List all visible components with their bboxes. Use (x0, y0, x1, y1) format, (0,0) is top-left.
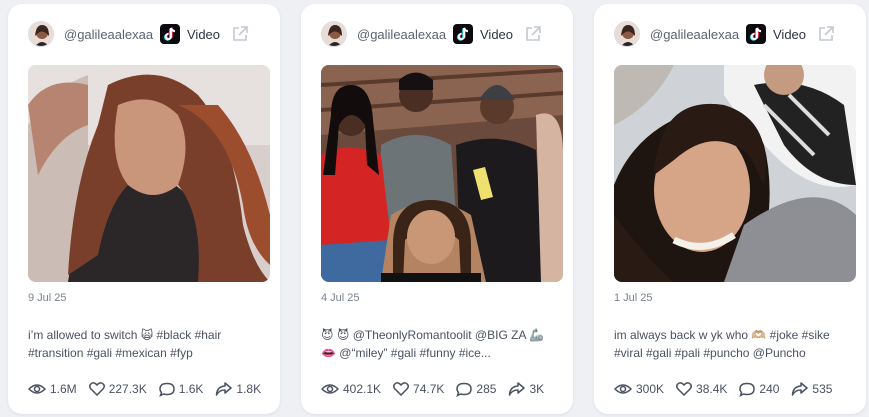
likes-count: 74.7K (413, 382, 445, 396)
comments-stat: 1.6K (158, 382, 204, 397)
tiktok-icon (453, 24, 473, 44)
post-date: 9 Jul 25 (28, 292, 67, 304)
caption-line: #viral #gali #pali #puncho @Puncho (614, 346, 806, 360)
tiktok-icon (160, 24, 180, 44)
views-count: 402.1K (343, 382, 382, 396)
comment-icon (456, 382, 473, 397)
card-header: @galileaalexaa Video (301, 18, 573, 52)
comments-count: 285 (476, 382, 497, 396)
share-icon (216, 382, 233, 396)
likes-stat: 227.3K (88, 382, 147, 396)
post-stats: 300K 38.4K 240 535 (614, 380, 844, 398)
shares-stat: 535 (791, 382, 832, 396)
post-card[interactable]: @galileaalexaa Video 4 Jul 25 😈 😈 @Theon… (301, 4, 573, 414)
video-thumbnail[interactable] (28, 65, 270, 282)
card-header: @galileaalexaa Video (8, 18, 280, 52)
shares-count: 3K (529, 382, 545, 396)
comment-icon (739, 382, 756, 397)
comments-count: 1.6K (178, 382, 204, 396)
post-caption: im always back w yk who 🫶🏼 #joke #sike #… (614, 326, 850, 362)
post-caption: 😈 😈 @TheonlyRomantoolit @BIG ZA 🦾 👄 @“mi… (321, 326, 557, 362)
content-type-label: Video (480, 27, 514, 42)
external-link-icon[interactable] (816, 24, 836, 44)
username[interactable]: @galileaalexaa (650, 27, 739, 42)
views-stat: 402.1K (321, 382, 381, 396)
username[interactable]: @galileaalexaa (64, 27, 153, 42)
caption-line: im always back w yk who 🫶🏼 #joke #sike (614, 328, 830, 342)
shares-stat: 1.8K (215, 382, 261, 396)
post-caption: i’m allowed to switch 🙀 #black #hair #tr… (28, 326, 264, 362)
avatar[interactable] (28, 21, 54, 47)
eye-icon (614, 384, 632, 394)
shares-count: 1.8K (236, 382, 262, 396)
username[interactable]: @galileaalexaa (357, 27, 446, 42)
eye-icon (321, 384, 339, 394)
shares-stat: 3K (508, 382, 544, 396)
caption-line: #transition #gali #mexican #fyp (28, 346, 193, 360)
tiktok-icon (746, 24, 766, 44)
avatar[interactable] (614, 21, 640, 47)
likes-count: 38.4K (696, 382, 728, 396)
external-link-icon[interactable] (523, 24, 543, 44)
comments-stat: 240 (739, 382, 779, 397)
eye-icon (28, 384, 46, 394)
heart-icon (88, 382, 105, 396)
content-type-label: Video (187, 27, 221, 42)
video-thumbnail[interactable] (321, 65, 563, 282)
post-date: 4 Jul 25 (321, 292, 360, 304)
caption-line: 👄 @“miley” #gali #funny #ice... (321, 346, 491, 360)
share-icon (509, 382, 526, 396)
comment-icon (158, 382, 175, 397)
avatar[interactable] (321, 21, 347, 47)
views-count: 1.6M (50, 382, 77, 396)
share-icon (792, 382, 809, 396)
likes-stat: 74.7K (393, 382, 444, 396)
external-link-icon[interactable] (230, 24, 250, 44)
views-stat: 300K (614, 382, 664, 396)
card-header: @galileaalexaa Video (594, 18, 866, 52)
caption-line: 😈 😈 @TheonlyRomantoolit @BIG ZA 🦾 (321, 328, 545, 342)
heart-icon (676, 382, 693, 396)
post-stats: 402.1K 74.7K 285 3K (321, 380, 556, 398)
post-date: 1 Jul 25 (614, 292, 653, 304)
likes-count: 227.3K (108, 382, 147, 396)
post-stats: 1.6M 227.3K 1.6K 1.8K (28, 380, 273, 398)
comments-stat: 285 (456, 382, 496, 397)
comments-count: 240 (759, 382, 780, 396)
likes-stat: 38.4K (676, 382, 727, 396)
heart-icon (393, 382, 410, 396)
shares-count: 535 (812, 382, 833, 396)
views-count: 300K (636, 382, 665, 396)
views-stat: 1.6M (28, 382, 77, 396)
content-type-label: Video (773, 27, 807, 42)
post-card[interactable]: @galileaalexaa Video 9 Jul 25 i’m allowe… (8, 4, 280, 414)
video-thumbnail[interactable] (614, 65, 856, 282)
caption-line: i’m allowed to switch 🙀 #black #hair (28, 328, 222, 342)
post-card[interactable]: @galileaalexaa Video 1 Jul 25 im always … (594, 4, 866, 414)
